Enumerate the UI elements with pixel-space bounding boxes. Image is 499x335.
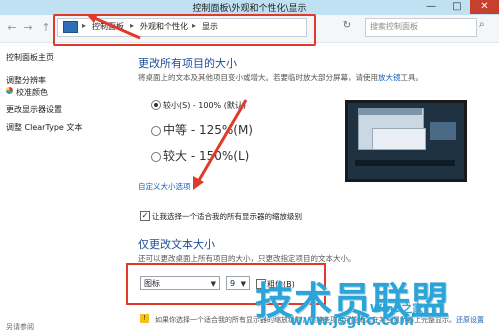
arrow-to-custom-link — [196, 99, 248, 183]
watermark-url: www.jsgho.com — [290, 313, 414, 329]
arrow-to-address — [91, 15, 141, 40]
arrowhead — [193, 176, 204, 190]
